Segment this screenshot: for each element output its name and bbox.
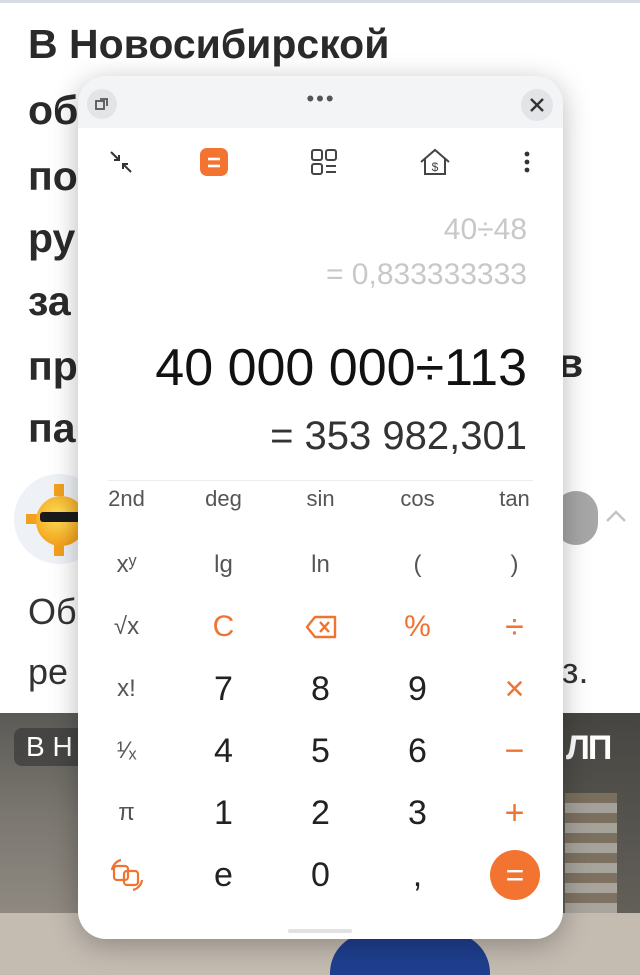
sunglasses-icon [40, 512, 82, 522]
headline-line: ру [28, 215, 76, 261]
main-result[interactable]: = 353 982,301 [270, 414, 527, 459]
headline-line: пр [28, 343, 78, 389]
key-deg[interactable]: deg [175, 471, 272, 527]
history-result[interactable]: = 0,833333333 [326, 258, 527, 292]
top-divider [0, 0, 640, 3]
equals-button[interactable]: = [466, 847, 563, 903]
key-divide[interactable]: ÷ [466, 599, 563, 655]
chevron-up-icon[interactable] [604, 504, 626, 526]
close-icon[interactable] [521, 89, 553, 121]
key-comma[interactable]: , [369, 847, 466, 903]
key-pi[interactable]: π [78, 785, 175, 841]
switch-mode-icon[interactable] [78, 847, 175, 903]
key-plus[interactable]: + [466, 785, 563, 841]
key-ln[interactable]: ln [272, 537, 369, 593]
key-clear[interactable]: C [175, 599, 272, 655]
key-tan[interactable]: tan [466, 471, 563, 527]
headline-line: за [28, 278, 71, 324]
key-power[interactable]: xʸ [78, 537, 175, 593]
headline-line: по [28, 153, 78, 199]
key-left-paren[interactable]: ( [369, 537, 466, 593]
currency-icon[interactable]: $ [418, 146, 450, 178]
history-expression[interactable]: 40÷48 [444, 213, 527, 247]
key-3[interactable]: 3 [369, 785, 466, 841]
key-1[interactable]: 1 [175, 785, 272, 841]
window-titlebar[interactable]: ••• [78, 76, 563, 128]
key-multiply[interactable]: × [466, 661, 563, 717]
key-8[interactable]: 8 [272, 661, 369, 717]
key-percent[interactable]: % [369, 599, 466, 655]
key-sin[interactable]: sin [272, 471, 369, 527]
key-e[interactable]: e [175, 847, 272, 903]
key-factorial[interactable]: x! [78, 661, 175, 717]
body-line: Об [28, 591, 77, 632]
more-icon[interactable] [511, 146, 543, 178]
key-6[interactable]: 6 [369, 723, 466, 779]
key-5[interactable]: 5 [272, 723, 369, 779]
body-fragment: з. [562, 650, 589, 691]
key-equals[interactable]: = [490, 850, 540, 900]
headline-line: па [28, 405, 76, 451]
key-2nd[interactable]: 2nd [78, 471, 175, 527]
key-lg[interactable]: lg [175, 537, 272, 593]
headline-line: об [28, 87, 79, 133]
key-7[interactable]: 7 [175, 661, 272, 717]
key-reciprocal[interactable]: ¹⁄ₓ [78, 723, 175, 779]
collapse-icon[interactable] [105, 146, 137, 178]
key-9[interactable]: 9 [369, 661, 466, 717]
key-4[interactable]: 4 [175, 723, 272, 779]
calculator-window: ••• $ 40÷48 = 0,833333333 40 000 000÷113… [78, 76, 563, 939]
key-0[interactable]: 0 [272, 847, 369, 903]
key-2[interactable]: 2 [272, 785, 369, 841]
main-expression[interactable]: 40 000 000÷113 [155, 338, 527, 398]
video-badge: В Н [14, 728, 85, 766]
calculator-mode-icon[interactable] [198, 146, 230, 178]
key-cos[interactable]: cos [369, 471, 466, 527]
svg-text:$: $ [432, 160, 439, 174]
channel-logo: ЛП [566, 729, 612, 767]
home-indicator [288, 929, 352, 933]
key-minus[interactable]: − [466, 723, 563, 779]
body-line: ре [28, 651, 69, 692]
converter-icon[interactable] [308, 146, 340, 178]
restore-window-icon[interactable] [87, 89, 117, 119]
drag-handle-icon[interactable]: ••• [298, 86, 344, 111]
key-sqrt[interactable]: √x [78, 599, 175, 655]
key-right-paren[interactable]: ) [466, 537, 563, 593]
headline-line: В Новосибирской [28, 21, 390, 67]
backspace-icon[interactable] [272, 599, 369, 655]
